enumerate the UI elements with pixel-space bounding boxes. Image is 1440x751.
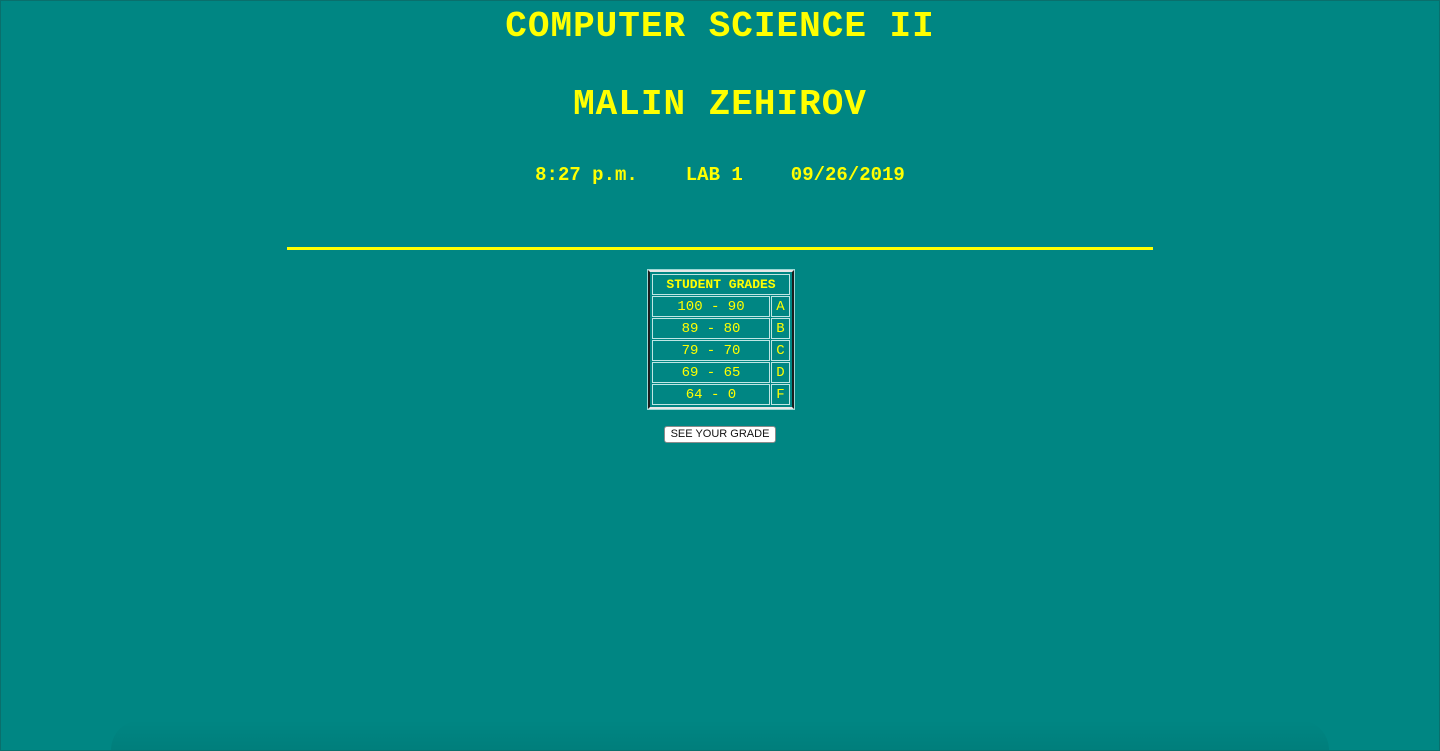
grade-range: 100 - 90 bbox=[652, 296, 770, 317]
grades-table: STUDENT GRADES 100 - 90 A 89 - 80 B 79 -… bbox=[647, 269, 795, 410]
lab-label: LAB 1 bbox=[685, 164, 743, 186]
table-heading: STUDENT GRADES bbox=[652, 274, 790, 295]
table-row: 100 - 90 A bbox=[652, 296, 790, 317]
grade-range: 89 - 80 bbox=[652, 318, 770, 339]
grade-range: 64 - 0 bbox=[652, 384, 770, 405]
grade-letter: A bbox=[771, 296, 790, 317]
grade-range: 79 - 70 bbox=[652, 340, 770, 361]
grade-range: 69 - 65 bbox=[652, 362, 770, 383]
student-name: MALIN ZEHIROV bbox=[573, 84, 867, 125]
time-text: 8:27 p.m. bbox=[535, 164, 638, 186]
horizontal-rule bbox=[287, 247, 1153, 250]
course-title: COMPUTER SCIENCE II bbox=[505, 6, 935, 47]
see-your-grade-button[interactable]: SEE YOUR GRADE bbox=[664, 426, 776, 443]
table-row: 64 - 0 F bbox=[652, 384, 790, 405]
lab-info-line: 8:27 p.m. LAB 1 09/26/2019 bbox=[0, 163, 1440, 187]
table-row: 69 - 65 D bbox=[652, 362, 790, 383]
table-header-row: STUDENT GRADES bbox=[652, 274, 790, 295]
grade-letter: B bbox=[771, 318, 790, 339]
grade-letter: D bbox=[771, 362, 790, 383]
bottom-shade bbox=[111, 720, 1329, 750]
date-text: 09/26/2019 bbox=[790, 164, 905, 186]
grade-letter: F bbox=[771, 384, 790, 405]
table-row: 79 - 70 C bbox=[652, 340, 790, 361]
grade-letter: C bbox=[771, 340, 790, 361]
table-row: 89 - 80 B bbox=[652, 318, 790, 339]
